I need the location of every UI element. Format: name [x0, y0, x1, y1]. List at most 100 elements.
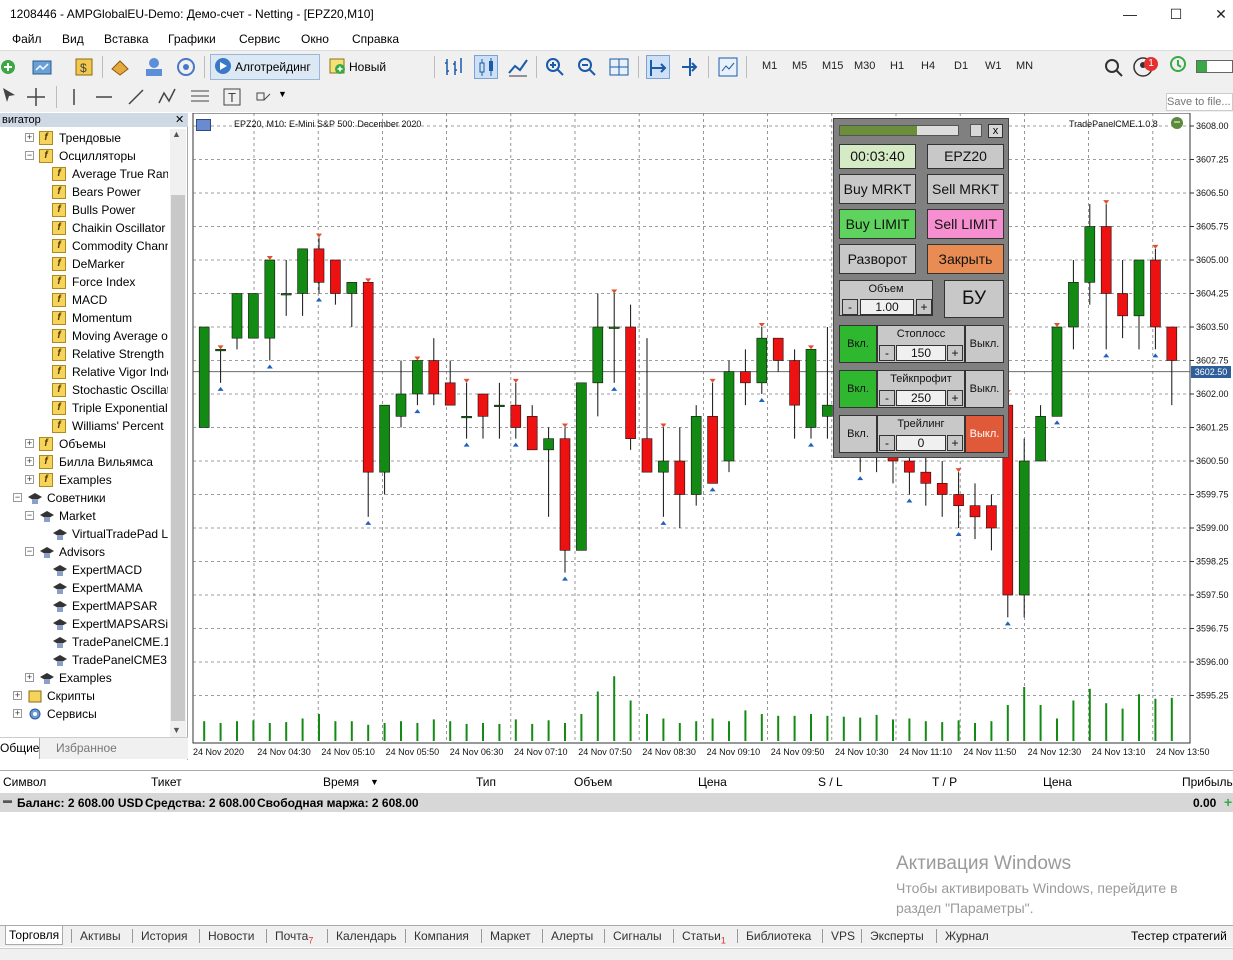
nav-item[interactable]: f Relative Vigor Inde [0, 363, 168, 381]
menu-view[interactable]: Вид [62, 32, 84, 46]
reverse-button[interactable]: Разворот [839, 244, 916, 274]
buy-limit-button[interactable]: Buy LIMIT [839, 209, 916, 239]
notification-badge[interactable]: 1 [1144, 57, 1158, 71]
volume-minus-button[interactable]: - [842, 299, 858, 315]
maximize-button[interactable]: ☐ [1153, 0, 1199, 28]
nav-item[interactable]: f Average True Range [0, 165, 168, 183]
tf-h1[interactable]: H1 [890, 60, 904, 72]
zoom-out-icon[interactable] [575, 55, 599, 79]
add-icon[interactable]: + [1224, 794, 1232, 810]
terminal-tab[interactable]: Почта7 [275, 929, 313, 945]
breakeven-button[interactable]: БУ [944, 280, 1004, 318]
tab-common[interactable]: Общие [0, 738, 40, 759]
bar-chart-icon[interactable] [441, 55, 465, 79]
menu-insert[interactable]: Вставка [104, 32, 149, 46]
nav-item[interactable]: − Market [0, 507, 168, 525]
nav-item[interactable]: f MACD [0, 291, 168, 309]
trendline-icon[interactable] [124, 85, 148, 109]
save-to-file-input[interactable] [1166, 93, 1233, 111]
nav-item[interactable]: − Советники [0, 489, 168, 507]
terminal-tab[interactable]: История [141, 929, 188, 943]
nav-item[interactable]: + f Билла Вильямса [0, 453, 168, 471]
nav-item[interactable]: + Сервисы [0, 705, 168, 723]
nav-item[interactable]: f Bulls Power [0, 201, 168, 219]
terminal-tab[interactable]: Новости [208, 929, 254, 943]
trailing-input[interactable]: 0 [896, 435, 946, 451]
tf-w1[interactable]: W1 [985, 60, 1002, 72]
nav-item[interactable]: + Examples [0, 669, 168, 687]
takeprofit-off-button[interactable]: Выкл. [965, 370, 1004, 408]
nav-item[interactable]: f Relative Strength I [0, 345, 168, 363]
shapes-dropdown-icon[interactable]: ▼ [278, 89, 287, 99]
menu-charts[interactable]: Графики [168, 32, 216, 46]
minimize-button[interactable]: — [1107, 0, 1153, 28]
auto-scroll-icon[interactable] [646, 55, 670, 79]
expand-icon[interactable]: + [13, 691, 22, 700]
scroll-thumb[interactable] [171, 195, 185, 721]
market-watch-icon[interactable]: $ [72, 55, 96, 79]
terminal-tab[interactable]: Сигналы [613, 929, 662, 943]
elliott-icon[interactable] [156, 85, 180, 109]
collapse-icon[interactable]: ▬ [3, 795, 12, 805]
stoploss-plus-button[interactable]: + [947, 345, 963, 361]
terminal-tab[interactable]: Библиотека [746, 929, 811, 943]
account-icon[interactable] [142, 55, 166, 79]
terminal-tab[interactable]: Алерты [551, 929, 593, 943]
col-current-price[interactable]: Цена [1043, 775, 1072, 789]
tester-icon[interactable] [108, 55, 132, 79]
vertical-line-icon[interactable] [62, 85, 86, 109]
terminal-tab[interactable]: Маркет [490, 929, 531, 943]
buy-market-button[interactable]: Buy MRKT [839, 174, 916, 204]
navigator-scrollbar[interactable]: ▲ ▼ [170, 129, 186, 737]
trailing-off-button[interactable]: Выкл. [965, 415, 1004, 453]
navigator-close-icon[interactable]: ✕ [175, 113, 184, 127]
nav-item[interactable]: + f Трендовые [0, 129, 168, 147]
close-window-button[interactable]: ✕ [1198, 0, 1233, 28]
nav-item[interactable]: + f Объемы [0, 435, 168, 453]
col-symbol[interactable]: Символ [3, 775, 46, 789]
terminal-tab[interactable]: Активы [80, 929, 121, 943]
tf-m30[interactable]: M30 [854, 60, 875, 72]
volume-plus-button[interactable]: + [916, 299, 932, 315]
sell-market-button[interactable]: Sell MRKT [927, 174, 1004, 204]
takeprofit-minus-button[interactable]: - [879, 390, 895, 406]
nav-item[interactable]: f Stochastic Oscillat [0, 381, 168, 399]
nav-item[interactable]: ExpertMAPSAR [0, 597, 168, 615]
panel-close-button[interactable]: x [988, 124, 1003, 138]
nav-item[interactable]: f Commodity Channel [0, 237, 168, 255]
nav-item[interactable]: − f Осцилляторы [0, 147, 168, 165]
collapse-tree-icon[interactable]: − [13, 493, 22, 502]
line-chart-icon[interactable] [506, 55, 530, 79]
collapse-tree-icon[interactable]: − [25, 511, 34, 520]
new-chart-icon[interactable] [0, 55, 24, 79]
expand-icon[interactable]: + [25, 457, 34, 466]
nav-item[interactable]: f Momentum [0, 309, 168, 327]
stoploss-minus-button[interactable]: - [879, 345, 895, 361]
expand-icon[interactable]: + [13, 709, 22, 718]
col-volume[interactable]: Объем [574, 775, 612, 789]
terminal-tab[interactable]: Календарь [336, 929, 397, 943]
nav-item[interactable]: + f Examples [0, 471, 168, 489]
trailing-on-button[interactable]: Вкл. [839, 415, 877, 453]
takeprofit-on-button[interactable]: Вкл. [839, 370, 877, 408]
new-order-button[interactable]: Новый ордер [324, 54, 428, 98]
col-time[interactable]: Время [323, 775, 359, 789]
tab-favorites[interactable]: Избранное [56, 741, 117, 755]
volume-input[interactable]: 1.00 [860, 299, 914, 315]
collapse-tree-icon[interactable]: − [25, 547, 34, 556]
col-profit[interactable]: Прибыль [1182, 775, 1233, 789]
trailing-minus-button[interactable]: - [879, 435, 895, 451]
col-type[interactable]: Тип [476, 775, 496, 789]
algo-trading-button[interactable]: Алготрейдинг [210, 54, 320, 80]
scroll-down-icon[interactable]: ▼ [172, 725, 181, 735]
fibonacci-icon[interactable] [188, 85, 212, 109]
stoploss-input[interactable]: 150 [896, 345, 946, 361]
nav-item[interactable]: − Advisors [0, 543, 168, 561]
takeprofit-plus-button[interactable]: + [947, 390, 963, 406]
chart-window[interactable]: 3608.00 3607.25 3606.50 3605.75 3605.00 3604.… [190, 112, 1233, 760]
expand-icon[interactable]: + [25, 133, 34, 142]
terminal-tab[interactable]: VPS [831, 929, 855, 943]
templates-icon[interactable] [716, 55, 740, 79]
stoploss-off-button[interactable]: Выкл. [965, 325, 1004, 363]
nav-item[interactable]: f Moving Average of [0, 327, 168, 345]
